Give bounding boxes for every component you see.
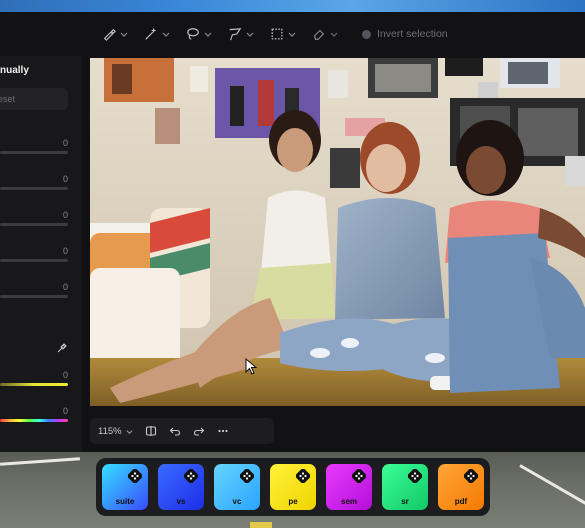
dock-app-vs[interactable]: vs bbox=[158, 464, 204, 510]
slider-track[interactable] bbox=[0, 383, 68, 386]
adjustment-slider[interactable]: 0 bbox=[0, 282, 72, 302]
dice-icon bbox=[352, 469, 366, 483]
slider-track[interactable] bbox=[0, 259, 68, 262]
slider-track[interactable] bbox=[0, 151, 68, 154]
adjustment-slider[interactable]: 0 bbox=[0, 138, 72, 158]
slider-track[interactable] bbox=[0, 295, 68, 298]
dock-app-label: sr bbox=[401, 497, 409, 506]
slider-value: 0 bbox=[62, 282, 68, 292]
dock-app-pe[interactable]: pe bbox=[270, 464, 316, 510]
dice-icon bbox=[184, 469, 198, 483]
image-canvas[interactable] bbox=[90, 58, 585, 406]
invert-selection-button[interactable]: Invert selection bbox=[356, 20, 454, 48]
slider-value: 0 bbox=[62, 370, 68, 380]
dice-icon bbox=[128, 469, 142, 483]
eyedropper-icon[interactable] bbox=[56, 342, 68, 354]
desktop-wallpaper-top bbox=[0, 0, 585, 12]
magic-wand-tool[interactable] bbox=[138, 20, 176, 48]
hue-slider[interactable]: 0 bbox=[0, 406, 72, 426]
chevron-down-icon bbox=[120, 32, 128, 37]
dock-app-vc[interactable]: vc bbox=[214, 464, 260, 510]
more-icon[interactable] bbox=[217, 425, 229, 437]
dice-icon bbox=[296, 469, 310, 483]
slider-value: 0 bbox=[62, 406, 68, 416]
invert-icon bbox=[362, 29, 371, 39]
brush-icon bbox=[103, 28, 116, 41]
dock-app-label: vs bbox=[176, 497, 186, 506]
chevron-down-icon bbox=[288, 32, 296, 37]
dice-icon bbox=[408, 469, 422, 483]
slider-track[interactable] bbox=[0, 223, 68, 226]
magic-wand-icon bbox=[145, 27, 157, 40]
mouse-cursor-icon bbox=[245, 358, 258, 375]
undo-icon[interactable] bbox=[169, 425, 181, 437]
chevron-down-icon bbox=[204, 32, 212, 37]
photo-image bbox=[90, 58, 585, 406]
panel-title: nually bbox=[0, 65, 29, 76]
chevron-down-icon bbox=[246, 32, 254, 37]
dock-app-pdf[interactable]: pdf bbox=[438, 464, 484, 510]
photo-editor-window: Invert selection nually eset 0 0 0 0 0 0 bbox=[0, 12, 585, 452]
rectangle-select-icon bbox=[271, 28, 283, 40]
invert-selection-label: Invert selection bbox=[377, 28, 448, 40]
dock-app-sr[interactable]: sr bbox=[382, 464, 428, 510]
dock-app-sem[interactable]: sem bbox=[326, 464, 372, 510]
rectangle-select-tool[interactable] bbox=[264, 20, 302, 48]
slider-value: 0 bbox=[62, 246, 68, 256]
compare-icon[interactable] bbox=[145, 425, 157, 437]
slider-value: 0 bbox=[62, 138, 68, 148]
redo-icon[interactable] bbox=[193, 425, 205, 437]
dock-app-label: sem bbox=[340, 497, 357, 506]
lasso-tool[interactable] bbox=[180, 20, 218, 48]
polygon-lasso-tool[interactable] bbox=[222, 20, 260, 48]
adjustment-slider[interactable]: 0 bbox=[0, 210, 72, 230]
brush-tool[interactable] bbox=[96, 20, 134, 48]
app-dock: suite vs vc pe sem sr pdf bbox=[96, 458, 490, 516]
slider-value: 0 bbox=[62, 174, 68, 184]
dock-app-label: pdf bbox=[454, 497, 468, 506]
reset-button[interactable]: eset bbox=[0, 88, 68, 110]
selection-toolbar: Invert selection bbox=[90, 12, 585, 56]
eraser-tool[interactable] bbox=[306, 20, 344, 48]
dock-app-label: suite bbox=[115, 497, 135, 506]
chevron-down-icon bbox=[330, 32, 338, 37]
zoom-value: 115% bbox=[98, 425, 122, 437]
dock-app-label: vc bbox=[232, 497, 242, 506]
adjustment-slider[interactable]: 0 bbox=[0, 246, 72, 266]
slider-track[interactable] bbox=[0, 187, 68, 190]
dice-icon bbox=[464, 469, 478, 483]
adjustment-slider[interactable]: 0 bbox=[0, 174, 72, 194]
eraser-icon bbox=[313, 29, 325, 40]
dock-app-label: pe bbox=[288, 497, 298, 506]
slider-track[interactable] bbox=[0, 419, 68, 422]
zoom-dropdown[interactable]: 115% bbox=[98, 426, 133, 437]
dice-icon bbox=[240, 469, 254, 483]
adjustments-panel: nually eset 0 0 0 0 0 0 0 bbox=[0, 56, 82, 452]
saturation-slider[interactable]: 0 bbox=[0, 370, 72, 390]
polygon-lasso-icon bbox=[229, 28, 242, 41]
lasso-icon bbox=[187, 28, 199, 40]
chevron-down-icon bbox=[162, 32, 170, 37]
slider-value: 0 bbox=[62, 210, 68, 220]
canvas-controls: 115% bbox=[90, 418, 274, 444]
chevron-down-icon bbox=[126, 429, 133, 434]
dock-app-suite[interactable]: suite bbox=[102, 464, 148, 510]
